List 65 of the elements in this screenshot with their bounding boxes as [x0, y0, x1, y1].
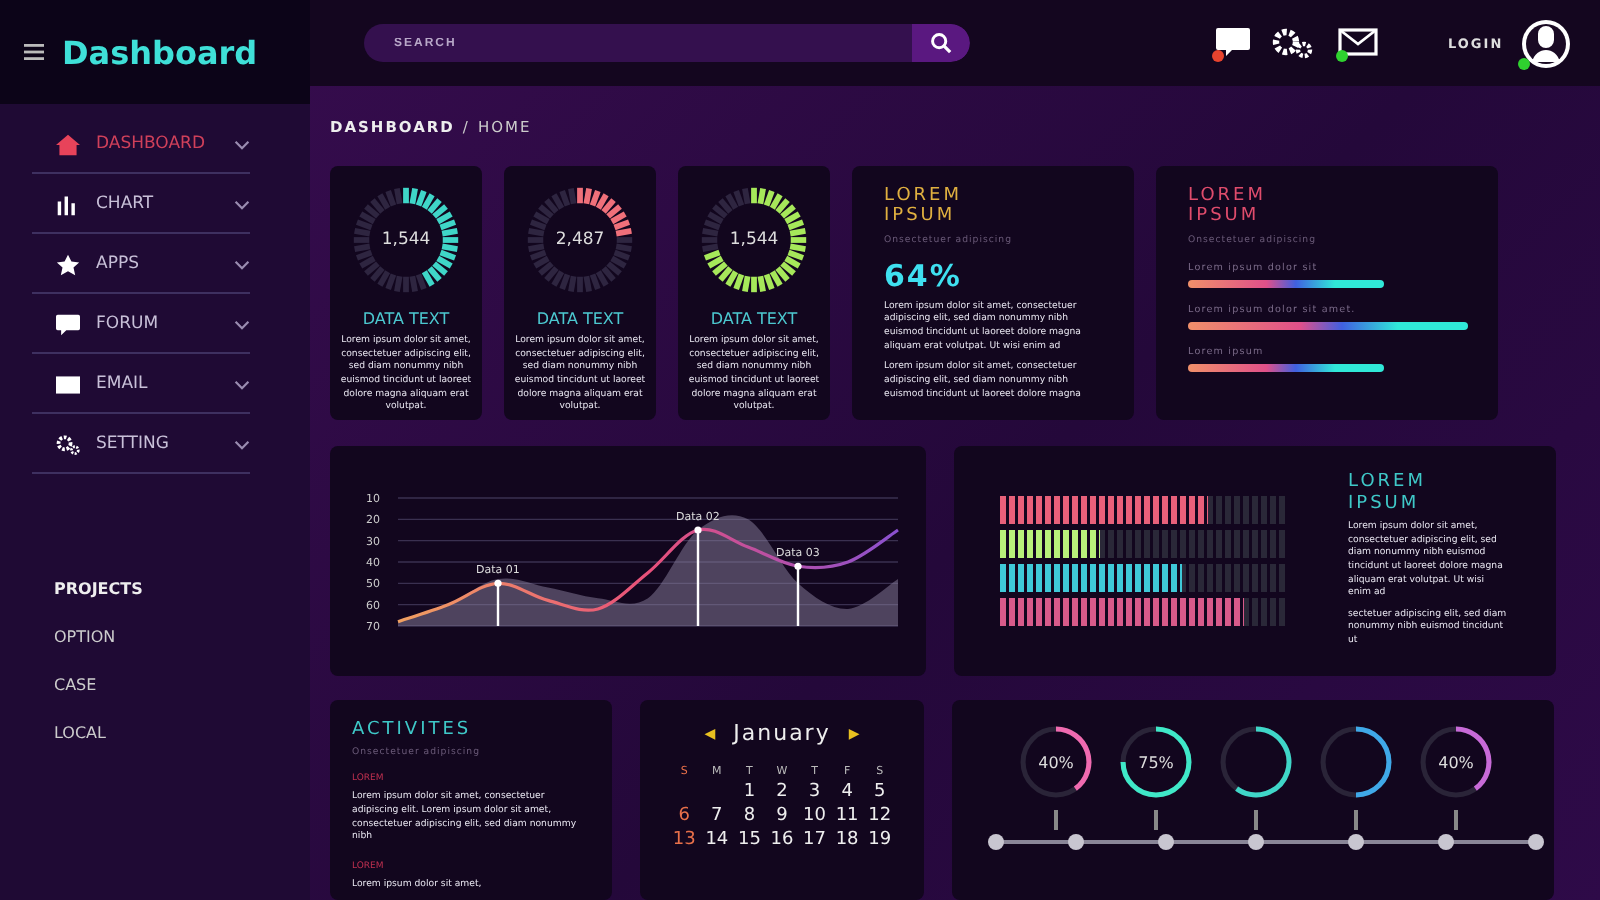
sidebar-item[interactable]: CHART: [32, 176, 250, 234]
search-button[interactable]: [912, 24, 970, 62]
stat-value: 1,544: [727, 228, 781, 254]
card-title: DATA TEXT: [362, 310, 450, 328]
data-marker: [794, 561, 802, 625]
ring-value: 75%: [1136, 751, 1176, 775]
calendar-day[interactable]: 8: [733, 806, 766, 826]
card-title: LOREM IPSUM: [884, 186, 964, 228]
chevron-icon: [234, 259, 250, 269]
chevron-icon: [234, 379, 250, 389]
percent-value: 64%: [884, 257, 964, 294]
project-link[interactable]: LOCAL: [54, 724, 310, 742]
sidebar-item[interactable]: FORUM: [32, 296, 250, 354]
stat-value: 1,544: [379, 228, 433, 254]
month-title: January: [733, 720, 831, 746]
card-title: LOREM IPSUM: [1188, 186, 1268, 228]
calendar-day[interactable]: 11: [830, 806, 864, 826]
calendar-day[interactable]: 6: [668, 806, 701, 826]
project-link[interactable]: OPTION: [54, 628, 310, 646]
data-marker: [494, 578, 502, 625]
star-icon: [56, 253, 80, 275]
mail-icon: [56, 373, 80, 395]
calendar-day[interactable]: 16: [765, 830, 799, 850]
data-marker: [694, 525, 702, 625]
ring-value: 40%: [1436, 751, 1476, 775]
chevron-icon: [234, 139, 250, 149]
calendar-day[interactable]: 3: [798, 782, 831, 802]
chevron-icon: [234, 439, 250, 449]
chat-icon: [56, 313, 80, 335]
search-icon: [930, 32, 952, 54]
home-icon: [56, 133, 80, 155]
calendar-day[interactable]: 19: [863, 830, 896, 850]
bar-chart-icon: [56, 193, 80, 215]
card-title: DATA TEXT: [536, 310, 624, 328]
calendar-day[interactable]: 17: [798, 830, 831, 850]
calendar-day[interactable]: 1: [733, 782, 766, 802]
stat-value: 2,487: [553, 228, 607, 254]
chevron-icon: [234, 319, 250, 329]
sidebar-item[interactable]: EMAIL: [32, 356, 250, 414]
calendar-day[interactable]: 14: [700, 830, 734, 850]
section-title: PROJECTS: [54, 580, 145, 598]
card-title: DATA TEXT: [710, 310, 798, 328]
app-title: Dashboard: [62, 33, 258, 71]
menu-icon[interactable]: [24, 44, 44, 60]
sidebar-item[interactable]: APPS: [32, 236, 250, 294]
calendar-day[interactable]: 18: [830, 830, 864, 850]
calendar-day[interactable]: 2: [765, 782, 799, 802]
calendar-day[interactable]: 15: [733, 830, 766, 850]
ring-value: 40%: [1036, 751, 1076, 775]
calendar-day[interactable]: 9: [765, 806, 799, 826]
calendar-day[interactable]: 10: [798, 806, 831, 826]
card-title: ACTIVITES: [352, 720, 472, 741]
sidebar-item[interactable]: SETTING: [32, 416, 250, 474]
calendar-day[interactable]: 5: [863, 782, 896, 802]
gears-icon: [56, 433, 80, 455]
calendar-day[interactable]: 7: [700, 806, 734, 826]
sidebar-item[interactable]: DASHBOARD: [32, 116, 250, 174]
card-title: LOREM IPSUM: [1348, 472, 1428, 514]
project-link[interactable]: CASE: [54, 676, 310, 694]
calendar-day[interactable]: 4: [830, 782, 864, 802]
chevron-icon: [234, 199, 250, 209]
calendar-day[interactable]: 13: [668, 830, 701, 850]
calendar-day[interactable]: 12: [863, 806, 896, 826]
settings-icon[interactable]: [1268, 25, 1316, 61]
avatar[interactable]: [1519, 17, 1572, 69]
